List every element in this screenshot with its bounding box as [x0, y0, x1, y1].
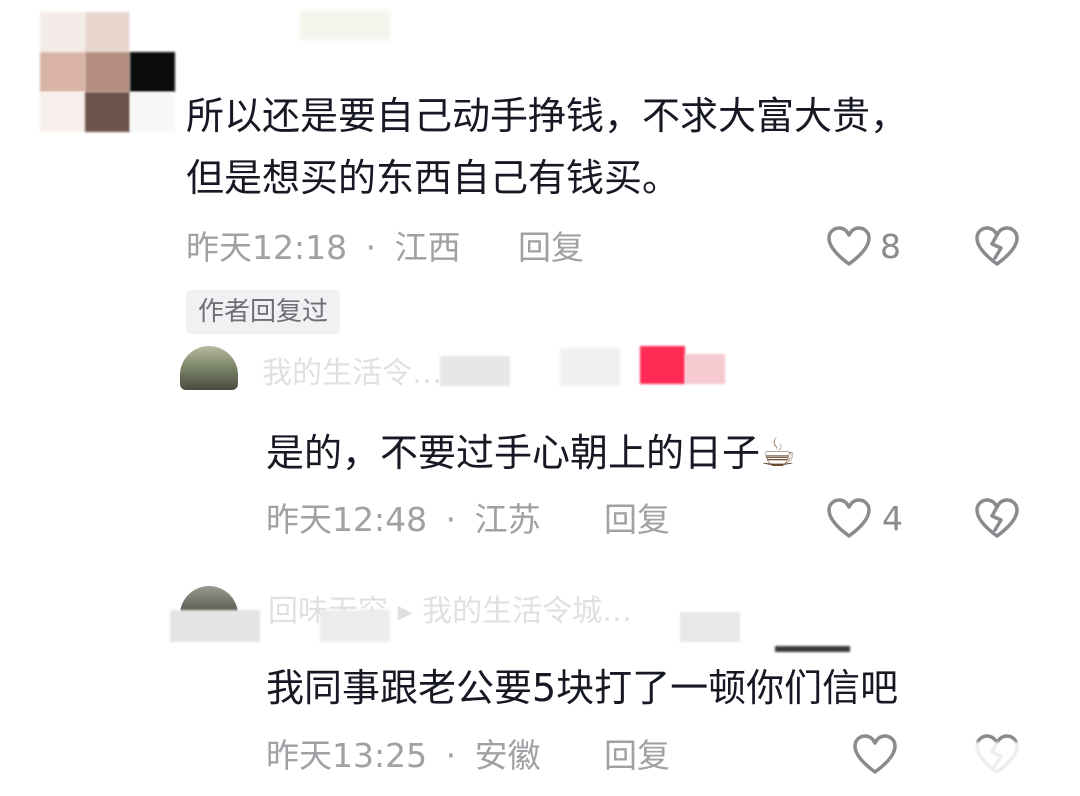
like-button[interactable]: 4: [826, 498, 903, 540]
comment-meta: 昨天12:18 · 江西: [186, 228, 461, 268]
reply-button[interactable]: 回复: [604, 500, 670, 540]
like-button[interactable]: 8: [826, 226, 901, 268]
like-count: 4: [882, 499, 903, 538]
comment-text: 是的，不要过手心朝上的日子☕: [266, 430, 796, 476]
coffee-emoji-icon: ☕: [760, 430, 796, 476]
comment-meta: 昨天13:25 · 安徽: [266, 736, 541, 776]
ip-location: 江苏: [474, 500, 541, 539]
ip-location: 安徽: [474, 736, 541, 775]
ip-location: 江西: [394, 228, 461, 267]
reply-button[interactable]: 回复: [604, 736, 670, 776]
dislike-button[interactable]: [974, 498, 1020, 544]
avatar-pixelated[interactable]: [40, 12, 175, 132]
username[interactable]: 我的生活令…: [262, 354, 442, 394]
heart-icon: [827, 226, 871, 266]
comment-meta: 昨天12:48 · 江苏: [266, 500, 541, 540]
like-button[interactable]: [852, 734, 898, 780]
author-replied-tag: 作者回复过: [186, 290, 341, 334]
dislike-button[interactable]: [974, 226, 1020, 272]
comment-text: 我同事跟老公要5块打了一顿你们信吧: [266, 666, 899, 710]
timestamp: 昨天12:48: [266, 500, 428, 539]
timestamp: 昨天13:25: [266, 736, 428, 775]
comment-text-line-1: 所以还是要自己动手挣钱，不求大富大贵，: [186, 94, 909, 138]
meta-separator: ·: [445, 500, 457, 539]
timestamp: 昨天12:18: [186, 228, 348, 267]
avatar[interactable]: [180, 346, 238, 390]
reply-button[interactable]: 回复: [518, 228, 584, 268]
meta-separator: ·: [445, 736, 457, 775]
like-count: 8: [880, 227, 901, 266]
heart-icon: [827, 498, 871, 538]
username-mosaic: [170, 610, 770, 646]
username-obscured[interactable]: [300, 10, 390, 40]
broken-heart-icon: [975, 498, 1019, 538]
watermark: [900, 742, 1060, 776]
comment-text-line-2: 但是想买的东西自己有钱买。: [186, 156, 681, 200]
heart-icon: [853, 734, 897, 774]
username-mosaic-strip: [775, 646, 850, 652]
username-mosaic: [440, 346, 730, 388]
meta-separator: ·: [365, 228, 377, 267]
broken-heart-icon: [975, 226, 1019, 266]
